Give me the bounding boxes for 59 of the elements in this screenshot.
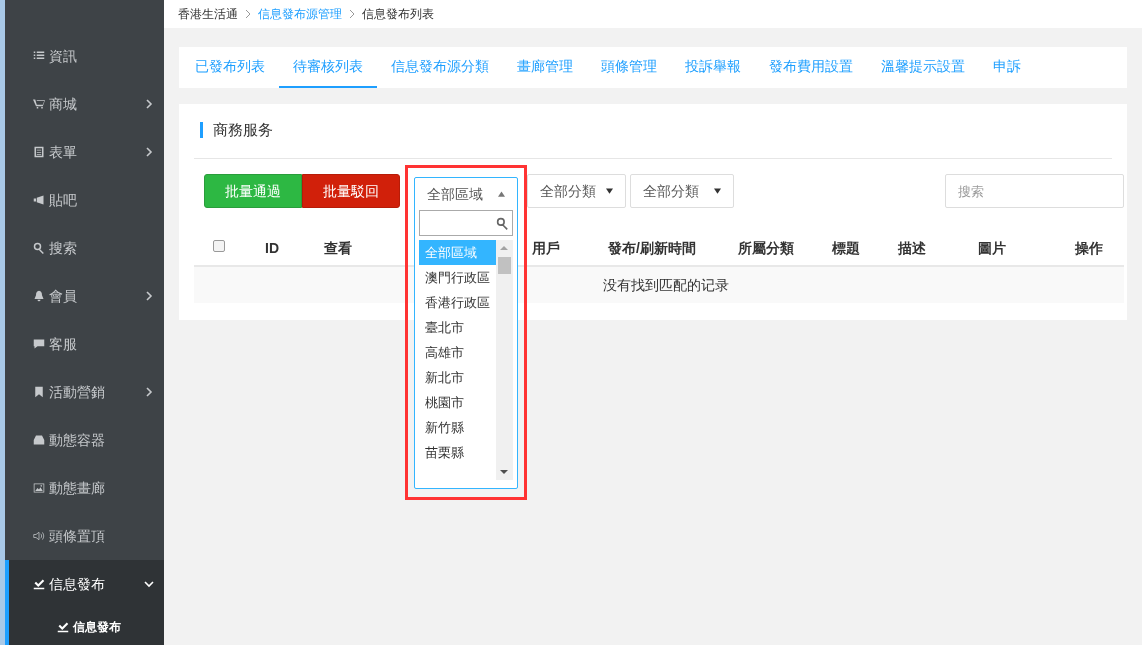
breadcrumb-text: 香港生活通 bbox=[178, 6, 238, 23]
dropdown-arrow-icon bbox=[606, 188, 613, 194]
sidebar-item[interactable]: 頭條置頂 bbox=[5, 512, 164, 560]
sidebar-item[interactable]: 搜索 bbox=[5, 224, 164, 272]
dropdown-option[interactable]: 澳門行政區 bbox=[419, 265, 496, 290]
sidebar-item[interactable]: 商城 bbox=[5, 80, 164, 128]
column-header: ID bbox=[265, 239, 279, 258]
list-icon bbox=[33, 50, 45, 62]
chevron-icon bbox=[244, 9, 252, 19]
megaphone-icon bbox=[33, 194, 45, 206]
checkmark-icon bbox=[57, 621, 69, 633]
breadcrumb-text: 信息發布列表 bbox=[362, 6, 434, 23]
speaker-icon bbox=[33, 530, 45, 542]
dropdown-option[interactable]: 新竹縣 bbox=[419, 415, 496, 440]
column-header: 所屬分類 bbox=[738, 239, 794, 258]
search-icon bbox=[33, 242, 45, 254]
dropdown-option[interactable]: 高雄市 bbox=[419, 340, 496, 365]
column-header: 圖片 bbox=[978, 239, 1006, 258]
action-button[interactable]: 批量駁回 bbox=[302, 174, 400, 208]
search-icon bbox=[496, 216, 509, 230]
image-icon bbox=[33, 482, 45, 494]
cart-icon bbox=[33, 98, 45, 110]
sidebar-item[interactable]: 貼吧 bbox=[5, 176, 164, 224]
dropdown-arrow-icon bbox=[498, 191, 505, 197]
sidebar-item[interactable]: 動態容器 bbox=[5, 416, 164, 464]
sidebar-item[interactable]: 會員 bbox=[5, 272, 164, 320]
dropdown-option[interactable]: 臺北市 bbox=[419, 315, 496, 340]
sidebar-item[interactable]: 活動營銷 bbox=[5, 368, 164, 416]
dropdown-option[interactable]: 香港行政區 bbox=[419, 290, 496, 315]
column-header: 用戶 bbox=[532, 239, 560, 258]
panel-title: 商務服务 bbox=[200, 122, 1112, 138]
search-field[interactable]: 搜索 bbox=[945, 174, 1124, 208]
dropdown-option[interactable]: 新北市 bbox=[419, 365, 496, 390]
dropdown-arrow-icon bbox=[714, 188, 721, 194]
inbox-icon bbox=[33, 434, 45, 446]
dropdown-search-field[interactable] bbox=[419, 210, 513, 236]
checkmark-icon bbox=[33, 578, 45, 590]
column-header: 查看 bbox=[324, 239, 352, 258]
chevron-icon bbox=[348, 9, 356, 19]
sidebar-item[interactable]: 客服 bbox=[5, 320, 164, 368]
column-header: 操作 bbox=[1075, 239, 1103, 258]
column-header: 描述 bbox=[898, 239, 926, 258]
sidebar-item[interactable]: 動態畫廊 bbox=[5, 464, 164, 512]
bookmark-icon bbox=[33, 386, 45, 398]
sidebar-item[interactable]: 資訊 bbox=[5, 32, 164, 80]
sidebar-item[interactable]: 信息發布 bbox=[5, 560, 164, 608]
column-header: 標題 bbox=[832, 239, 860, 258]
category-select[interactable]: 全部分類 bbox=[527, 174, 626, 208]
select-all-checkbox[interactable] bbox=[213, 240, 225, 252]
bell-icon bbox=[33, 290, 45, 302]
sidebar-item[interactable]: 表單 bbox=[5, 128, 164, 176]
dropdown-option[interactable]: 苗栗縣 bbox=[419, 440, 496, 465]
category-select[interactable]: 全部分類 bbox=[630, 174, 734, 208]
scrollbar[interactable] bbox=[496, 240, 513, 480]
chat-icon bbox=[33, 338, 45, 350]
column-header: 發布/刷新時間 bbox=[608, 239, 696, 258]
region-select[interactable]: 全部區域 全部區域 澳門行政區 香港行政區 臺北市 高雄市 新北市 桃園市 新竹縣 苗栗縣 bbox=[414, 177, 518, 489]
form-icon bbox=[33, 146, 45, 158]
dropdown-option[interactable]: 桃園市 bbox=[419, 390, 496, 415]
